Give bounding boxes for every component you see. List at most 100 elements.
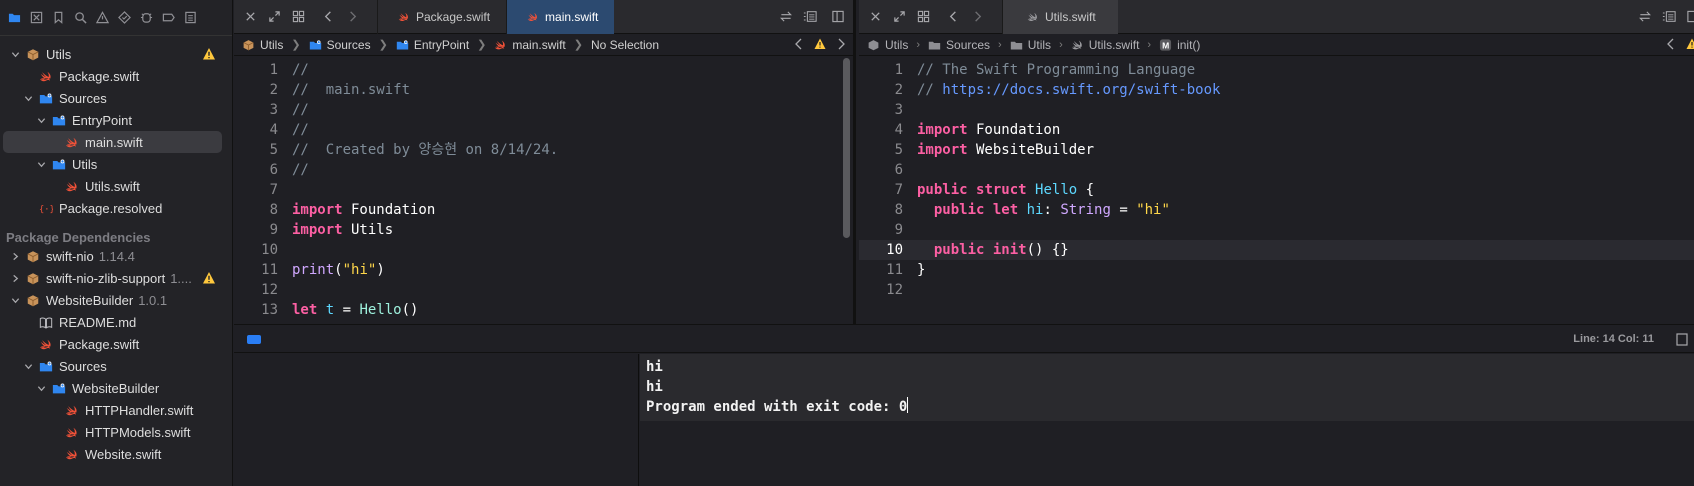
related-items-icon[interactable] <box>917 10 930 23</box>
breadcrumb-item[interactable]: Utils <box>242 38 283 52</box>
chevron-right-icon[interactable] <box>9 272 21 284</box>
issue-icon[interactable] <box>96 11 109 24</box>
tree-item-utils-swift[interactable]: Utils.swift <box>0 175 232 197</box>
maximize-icon[interactable] <box>893 10 906 23</box>
tree-item-websitebuilder[interactable]: WebsiteBuilder 1.0.1 <box>0 289 232 311</box>
console-layout-icon[interactable] <box>1676 333 1688 346</box>
code-line[interactable]: 1 // <box>234 60 853 80</box>
breadcrumb-item[interactable]: Sources <box>928 38 990 52</box>
chevron-down-icon[interactable] <box>35 114 47 126</box>
code-line[interactable]: 9 import Utils <box>234 220 853 240</box>
warning-icon[interactable] <box>202 47 216 61</box>
chevron-down-icon[interactable] <box>9 294 21 306</box>
code-line[interactable]: 6 <box>859 160 1694 180</box>
swap-icon[interactable] <box>1638 10 1652 23</box>
tree-item-package-swift[interactable]: Package.swift <box>0 65 232 87</box>
code-editor-utils[interactable]: 1// The Swift Programming Language 2// ht… <box>859 56 1694 323</box>
tree-item-swift-nio[interactable]: swift-nio 1.14.4 <box>0 245 232 267</box>
code-line[interactable]: 7 public struct Hello { <box>859 180 1694 200</box>
chevron-left-icon[interactable] <box>793 38 805 50</box>
source-control-icon[interactable] <box>30 11 43 24</box>
tree-item-package-resolved[interactable]: {·} Package.resolved <box>0 197 232 219</box>
code-line[interactable]: 9 <box>859 220 1694 240</box>
editor-options-icon[interactable] <box>1662 10 1676 23</box>
tree-item-utils[interactable]: Utils <box>0 43 232 65</box>
code-line[interactable]: 13 let t = Hello() <box>234 300 853 320</box>
code-editor-main[interactable]: 1 // 2 // main.swift 3 // 4 // 5 // Created by 양승… <box>234 56 853 323</box>
debug-icon[interactable] <box>140 11 153 24</box>
bookmark-icon[interactable] <box>52 11 65 24</box>
tree-item-sources[interactable]: Sources <box>0 355 232 377</box>
code-line[interactable]: 7 <box>234 180 853 200</box>
close-editor-icon[interactable] <box>869 10 882 23</box>
split-editor-icon[interactable] <box>831 10 845 23</box>
find-icon[interactable] <box>74 11 87 24</box>
code-line[interactable]: 10 public init() {} <box>859 240 1694 260</box>
tab-utils-swift[interactable]: Utils.swift <box>1002 0 1118 34</box>
chevron-down-icon[interactable] <box>35 158 47 170</box>
chevron-down-icon[interactable] <box>35 382 47 394</box>
hide-debug-area-button[interactable] <box>247 335 261 344</box>
console-view[interactable]: hi hi Program ended with exit code: 0 <box>640 354 1694 486</box>
editor-options-icon[interactable] <box>803 10 817 23</box>
breadcrumb-item[interactable]: main.swift <box>494 38 566 52</box>
code-line[interactable]: 12 <box>859 280 1694 300</box>
code-line[interactable]: 1 // The Swift Programming Language <box>859 60 1694 80</box>
code-line[interactable]: 11} <box>859 260 1694 280</box>
report-icon[interactable] <box>184 11 197 24</box>
swap-icon[interactable] <box>779 10 793 23</box>
console-output[interactable]: hi hi Program ended with exit code: 0 <box>640 354 1694 421</box>
code-line[interactable]: 11 print("hi") <box>234 260 853 280</box>
chevron-right-icon[interactable] <box>835 38 847 50</box>
chevron-down-icon[interactable] <box>22 92 34 104</box>
inspector-toggle-icon[interactable] <box>1686 10 1694 23</box>
tree-item-website-swift[interactable]: Website.swift <box>0 443 232 465</box>
breakpoint-icon[interactable] <box>162 11 175 24</box>
tab-main-swift[interactable]: main.swift <box>506 0 615 34</box>
back-icon[interactable] <box>947 10 960 23</box>
maximize-icon[interactable] <box>268 10 281 23</box>
tree-item-httpmodels-swift[interactable]: HTTPModels.swift <box>0 421 232 443</box>
chevron-down-icon[interactable] <box>22 360 34 372</box>
breadcrumb-item[interactable]: No Selection <box>591 38 659 52</box>
breadcrumb-item[interactable]: Utils <box>867 38 908 52</box>
tree-item-entrypoint[interactable]: EntryPoint <box>0 109 232 131</box>
breadcrumb-item[interactable]: Utils.swift <box>1071 38 1139 52</box>
forward-icon[interactable] <box>971 10 984 23</box>
code-line[interactable]: 2// https://docs.swift.org/swift-book <box>859 80 1694 100</box>
tree-item-main-swift[interactable]: main.swift <box>3 131 222 153</box>
code-line[interactable]: 4 // <box>234 120 853 140</box>
chevron-left-icon[interactable] <box>1665 38 1677 50</box>
tree-item-package-swift[interactable]: Package.swift <box>0 333 232 355</box>
tab-package-swift[interactable]: Package.swift <box>377 0 506 34</box>
tree-item-swift-nio-zlib-support[interactable]: swift-nio-zlib-support 1.... <box>0 267 232 289</box>
code-line[interactable]: 3 // <box>234 100 853 120</box>
variables-view[interactable] <box>234 354 639 486</box>
breadcrumb-item[interactable]: Utils <box>1010 38 1051 52</box>
code-line[interactable]: 2 // main.swift <box>234 80 853 100</box>
warning-icon[interactable] <box>814 38 826 50</box>
close-editor-icon[interactable] <box>244 10 257 23</box>
code-line[interactable]: 6 // <box>234 160 853 180</box>
code-line[interactable]: 5 // Created by 양승현 on 8/14/24. <box>234 140 853 160</box>
folder-icon[interactable] <box>8 11 21 24</box>
breadcrumb-item[interactable]: Sources <box>309 38 371 52</box>
code-line[interactable]: 8 public let hi: String = "hi" <box>859 200 1694 220</box>
chevron-right-icon[interactable] <box>9 250 21 262</box>
warning-icon[interactable] <box>1686 38 1694 50</box>
breadcrumb-item[interactable]: EntryPoint <box>396 38 469 52</box>
tree-item-sources[interactable]: Sources <box>0 87 232 109</box>
tree-item-readme-md[interactable]: README.md <box>0 311 232 333</box>
code-line[interactable]: 8 import Foundation <box>234 200 853 220</box>
chevron-down-icon[interactable] <box>9 48 21 60</box>
forward-icon[interactable] <box>346 10 359 23</box>
package-dependencies-header[interactable]: Package Dependencies <box>0 223 232 245</box>
test-icon[interactable] <box>118 11 131 24</box>
code-line[interactable]: 5 import WebsiteBuilder <box>859 140 1694 160</box>
scrollbar[interactable] <box>843 58 850 238</box>
breadcrumb-item[interactable]: Minit() <box>1159 38 1200 52</box>
back-icon[interactable] <box>322 10 335 23</box>
warning-icon[interactable] <box>202 271 216 285</box>
code-line[interactable]: 10 <box>234 240 853 260</box>
code-line[interactable]: 4 import Foundation <box>859 120 1694 140</box>
